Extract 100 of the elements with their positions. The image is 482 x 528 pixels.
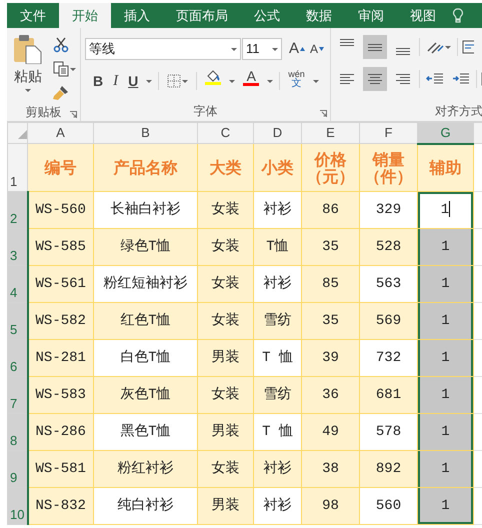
caret-icon (272, 48, 278, 50)
table-cell: 红色T恤 (94, 302, 198, 340)
wrap-text-icon[interactable] (462, 39, 474, 55)
table-cell: 男装 (198, 340, 254, 376)
table-cell: 女装 (198, 376, 254, 414)
caret-icon (312, 80, 319, 82)
clipboard-icon (13, 34, 43, 64)
lightbulb-icon[interactable] (453, 8, 463, 24)
row-header[interactable]: 5 (8, 302, 28, 340)
table-cell: 衬衫 (254, 266, 302, 302)
table-cell: 衬衫 (254, 192, 302, 228)
table-cell: 35 (302, 302, 360, 340)
table-cell: 36 (302, 376, 360, 414)
ribbon-tab[interactable]: 视图 (397, 3, 449, 28)
dialog-launcher-icon[interactable] (320, 110, 327, 117)
table-cell: 纯白衬衫 (94, 488, 198, 524)
table-cell: 长袖白衬衫 (94, 192, 198, 228)
row-header[interactable]: 3 (8, 228, 28, 266)
font-color-button[interactable]: A (241, 70, 262, 92)
ribbon-tab[interactable]: 插入 (111, 3, 163, 28)
column-header[interactable]: B (94, 122, 198, 144)
table-cell: 39 (302, 340, 360, 376)
table-cell: 衬衫 (254, 450, 302, 488)
row-header[interactable]: 2 (8, 192, 28, 228)
column-title: 销量（件） (360, 144, 418, 192)
paste-button[interactable]: 粘贴 (11, 34, 45, 104)
table-cell: WS-561 (28, 266, 94, 302)
column-header[interactable]: C (198, 122, 254, 144)
align-middle-button[interactable] (363, 35, 387, 59)
paint-bucket-icon (206, 70, 220, 82)
ribbon-tab[interactable]: 数据 (293, 3, 345, 28)
up-triangle-icon (300, 47, 305, 51)
column-header[interactable]: D (254, 122, 302, 144)
align-right-icon (396, 74, 410, 84)
align-center-button[interactable] (363, 67, 387, 91)
bold-button[interactable]: B (91, 70, 106, 92)
column-title: 大类 (198, 144, 254, 192)
row-header[interactable]: 7 (8, 376, 28, 414)
table-cell: WS-581 (28, 450, 94, 488)
font-color-swatch (243, 83, 260, 86)
table-cell: 女装 (198, 192, 254, 228)
table-cell: 白色T恤 (94, 340, 198, 376)
table-cell: NS-832 (28, 488, 94, 524)
table-cell: WS-583 (28, 376, 94, 414)
align-middle-icon (368, 44, 382, 50)
phonetic-button[interactable]: wén 文 (286, 70, 307, 92)
table-cell: 569 (360, 302, 418, 340)
table-cell: 女装 (198, 450, 254, 488)
column-header[interactable]: F (360, 122, 418, 144)
shrink-font-button[interactable]: A (308, 38, 326, 60)
dialog-launcher-icon[interactable] (70, 111, 77, 118)
indent-icon (452, 72, 470, 86)
row-header[interactable]: 10 (8, 488, 28, 524)
table-cell: 1 (418, 302, 474, 340)
table-cell: 女装 (198, 266, 254, 302)
table-cell: 雪纺 (254, 302, 302, 340)
table-cell: 38 (302, 450, 360, 488)
align-top-icon (340, 39, 354, 46)
table-cell: 粉红短袖衬衫 (94, 266, 198, 302)
table-cell: 578 (360, 414, 418, 450)
table-cell: NS-286 (28, 414, 94, 450)
align-bottom-icon (396, 48, 410, 55)
row-header[interactable]: 6 (8, 340, 28, 376)
row-header[interactable]: 8 (8, 414, 28, 450)
table-cell: WS-582 (28, 302, 94, 340)
table-cell: 黑色T恤 (94, 414, 198, 450)
row-header[interactable]: 1 (8, 144, 28, 192)
table-cell: 85 (302, 266, 360, 302)
ribbon-tab[interactable]: 页面布局 (163, 3, 241, 28)
ribbon-tab[interactable]: 开始 (59, 3, 111, 28)
caret-icon (25, 89, 31, 92)
borders-icon (167, 74, 182, 88)
underline-button[interactable]: U (126, 70, 140, 92)
outdent-icon (426, 72, 444, 86)
caret-icon (230, 48, 237, 50)
table-cell: 732 (360, 340, 418, 376)
table-cell: 560 (360, 488, 418, 524)
ribbon-tab[interactable]: 审阅 (345, 3, 397, 28)
font-size-dropdown[interactable]: 11 (242, 38, 282, 60)
column-header[interactable]: A (28, 122, 94, 144)
column-header[interactable]: G (418, 122, 474, 144)
copy-icon (53, 61, 69, 77)
caret-icon (229, 80, 236, 82)
font-name-dropdown[interactable]: 等线 (85, 38, 241, 60)
fill-color-swatch (205, 82, 222, 85)
column-header[interactable]: E (302, 122, 360, 144)
table-cell: 灰色T恤 (94, 376, 198, 414)
table-cell: 女装 (198, 228, 254, 266)
table-cell: 1 (418, 340, 474, 376)
italic-button[interactable]: I (111, 70, 120, 92)
grow-font-button[interactable]: A (286, 38, 307, 60)
column-title: 小类 (254, 144, 302, 192)
table-cell: WS-585 (28, 228, 94, 266)
row-header[interactable]: 4 (8, 266, 28, 302)
row-header[interactable]: 9 (8, 450, 28, 488)
ribbon-tab[interactable]: 公式 (241, 3, 293, 28)
table-cell: 892 (360, 450, 418, 488)
caret-icon (146, 80, 152, 82)
ribbon-tab[interactable]: 文件 (7, 3, 59, 28)
column-title: 产品名称 (94, 144, 198, 192)
